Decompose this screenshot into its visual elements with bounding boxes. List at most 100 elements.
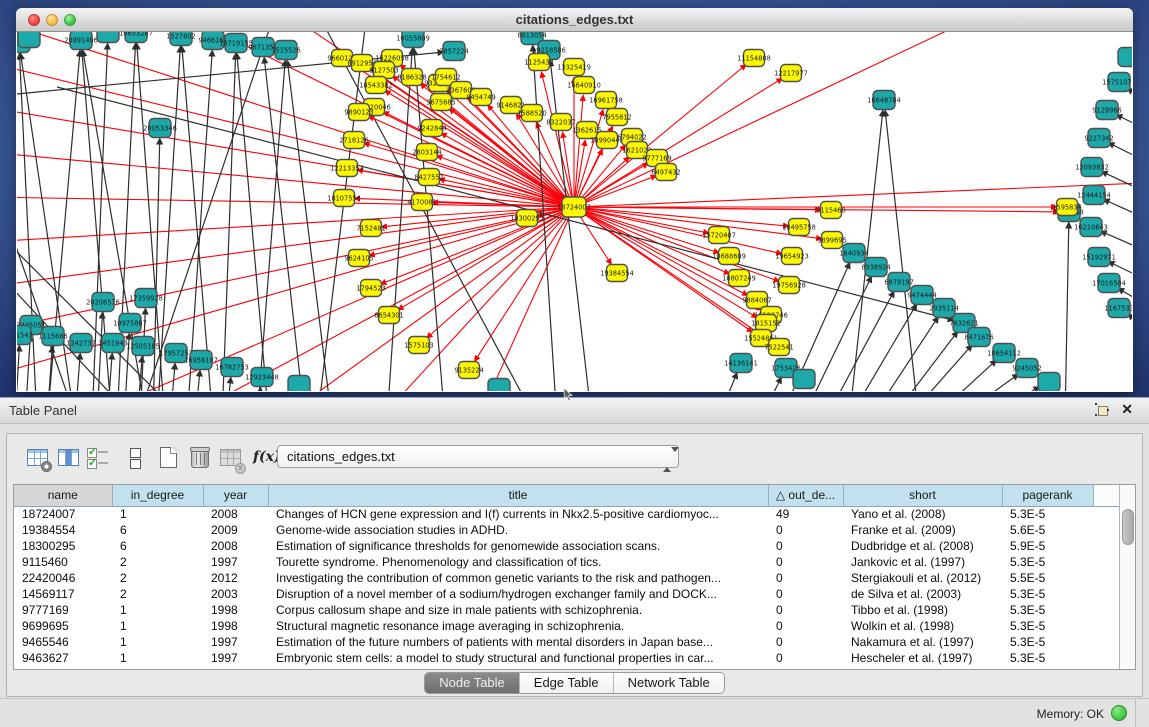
graph-node[interactable]: 9115460: [816, 202, 845, 219]
graph-node[interactable]: 8471676: [964, 328, 993, 347]
graph-node[interactable]: 20206576: [86, 293, 120, 312]
graph-node[interactable]: 16640910: [567, 77, 601, 94]
graph-node[interactable]: 19756928: [772, 277, 806, 294]
graph-node[interactable]: 12217977: [774, 65, 808, 82]
graph-node[interactable]: 3675685: [426, 94, 455, 111]
table-cell[interactable]: 5.3E-5: [1002, 650, 1093, 666]
table-cell[interactable]: 9463627: [14, 650, 112, 666]
table-cell[interactable]: 5.5E-5: [1002, 570, 1093, 586]
table-cell[interactable]: 2: [112, 586, 203, 602]
table-cell[interactable]: Investigating the contribution of common…: [268, 570, 768, 586]
table-cell[interactable]: Estimation of significance thresholds fo…: [268, 538, 768, 554]
table-row[interactable]: 1830029562008Estimation of significance …: [14, 538, 1135, 554]
table-cell[interactable]: 0: [768, 522, 843, 538]
graph-node[interactable]: 1640934: [839, 244, 868, 263]
graph-node[interactable]: 10654112: [987, 344, 1021, 363]
graph-node[interactable]: 1794523: [356, 280, 385, 297]
table-row[interactable]: 1872400712008Changes of HCN gene express…: [14, 506, 1135, 522]
table-cell[interactable]: Structural magnetic resonance image aver…: [268, 618, 768, 634]
graph-node[interactable]: 8427552: [414, 169, 443, 186]
show-columns-icon[interactable]: [57, 446, 81, 470]
graph-node[interactable]: 12444154: [1077, 186, 1111, 205]
graph-node[interactable]: 16961758: [589, 92, 623, 109]
graph-node[interactable]: 9242844: [417, 120, 446, 137]
graph-node[interactable]: 1342737: [66, 334, 95, 353]
table-cell[interactable]: Hescheler et al. (1997): [843, 650, 1002, 666]
column-header-title[interactable]: title: [268, 485, 768, 506]
table-cell[interactable]: 1: [112, 618, 203, 634]
graph-hub-node[interactable]: 18724007: [557, 197, 591, 217]
table-cell[interactable]: Yano et al. (2008): [843, 506, 1002, 522]
graph-node[interactable]: [288, 376, 310, 392]
table-cell[interactable]: Franke et al. (2009): [843, 522, 1002, 538]
tab-network-table[interactable]: Network Table: [614, 673, 724, 693]
graph-node[interactable]: 11154808: [737, 50, 771, 67]
column-header-out-de-[interactable]: △ out_de...: [768, 485, 843, 506]
table-cell[interactable]: 0: [768, 634, 843, 650]
table-cell[interactable]: 1: [112, 602, 203, 618]
graph-node[interactable]: 10653287: [119, 32, 153, 43]
graph-node[interactable]: 12093832: [1075, 158, 1109, 177]
table-cell[interactable]: 0: [768, 586, 843, 602]
tab-edge-table[interactable]: Edge Table: [520, 673, 614, 693]
graph-node[interactable]: 1115686: [38, 327, 67, 346]
table-cell[interactable]: 49: [768, 506, 843, 522]
graph-node[interactable]: 8938924: [861, 258, 890, 277]
table-cell[interactable]: 2: [112, 570, 203, 586]
graph-node[interactable]: 20891406: [64, 32, 98, 50]
memory-status-indicator[interactable]: [1111, 705, 1127, 721]
new-table-icon[interactable]: [157, 446, 181, 470]
table-cell[interactable]: 0: [768, 554, 843, 570]
table-cell[interactable]: 2009: [203, 522, 268, 538]
table-cell[interactable]: 5.9E-5: [1002, 538, 1093, 554]
table-cell[interactable]: Genome-wide association studies in ADHD.: [268, 522, 768, 538]
scrollbar-thumb[interactable]: [1122, 509, 1134, 545]
table-row[interactable]: 977716911998Corpus callosum shape and si…: [14, 602, 1135, 618]
table-cell[interactable]: 6: [112, 538, 203, 554]
table-cell[interactable]: 0: [768, 650, 843, 666]
network-window-titlebar[interactable]: citations_edges.txt: [16, 8, 1133, 32]
graph-node[interactable]: 1125434: [524, 54, 553, 71]
network-table-select[interactable]: citations_edges.txt: [277, 445, 679, 468]
table-cell[interactable]: Tourette syndrome. Phenomenology and cla…: [268, 554, 768, 570]
table-cell[interactable]: 19384554: [14, 522, 112, 538]
graph-node[interactable]: 10975887: [113, 314, 147, 333]
graph-node[interactable]: 2718126: [339, 132, 368, 149]
graph-node[interactable]: [1118, 48, 1132, 67]
graph-node[interactable]: 14136141: [724, 354, 758, 373]
table-cell[interactable]: Embryonic stem cells: a model to study s…: [268, 650, 768, 666]
table-cell[interactable]: 1: [112, 650, 203, 666]
table-cell[interactable]: Jankovic et al. (1997): [843, 554, 1002, 570]
table-cell[interactable]: 0: [768, 618, 843, 634]
table-cell[interactable]: 0: [768, 602, 843, 618]
table-cell[interactable]: Disruption of a novel member of a sodium…: [268, 586, 768, 602]
table-cell[interactable]: 1997: [203, 554, 268, 570]
table-row[interactable]: 2242004622012Investigating the contribut…: [14, 570, 1135, 586]
table-cell[interactable]: 9465546: [14, 634, 112, 650]
table-cell[interactable]: Corpus callosum shape and size in male p…: [268, 602, 768, 618]
table-cell[interactable]: Changes of HCN gene expression and I(f) …: [268, 506, 768, 522]
graph-node[interactable]: 1588520: [517, 105, 546, 122]
table-cell[interactable]: Tibbo et al. (1998): [843, 602, 1002, 618]
graph-node[interactable]: 7857224: [439, 42, 468, 61]
graph-node[interactable]: 13325419: [557, 59, 591, 76]
table-cell[interactable]: 5.3E-5: [1002, 634, 1093, 650]
graph-node[interactable]: 7515526: [271, 41, 300, 60]
table-row[interactable]: 946362711997Embryonic stem cells: a mode…: [14, 650, 1135, 666]
graph-node[interactable]: 9227342: [1084, 129, 1113, 148]
row-height-icon[interactable]: [123, 446, 147, 470]
table-cell[interactable]: de Silva et al. (2003): [843, 586, 1002, 602]
graph-node[interactable]: [18, 32, 40, 48]
table-settings-icon[interactable]: [26, 446, 50, 470]
table-cell[interactable]: 5.3E-5: [1002, 554, 1093, 570]
table-cell[interactable]: 1: [112, 634, 203, 650]
table-cell[interactable]: 5.6E-5: [1002, 522, 1093, 538]
close-panel-icon[interactable]: ✕: [1121, 401, 1133, 417]
graph-node[interactable]: 9135224: [454, 362, 483, 379]
table-cell[interactable]: 9115460: [14, 554, 112, 570]
graph-node[interactable]: 9245052: [1012, 359, 1041, 378]
graph-node[interactable]: 9624105: [344, 250, 373, 267]
graph-node[interactable]: 9890123: [344, 104, 373, 121]
graph-node[interactable]: 9474444: [907, 286, 936, 305]
table-cell[interactable]: 2008: [203, 538, 268, 554]
